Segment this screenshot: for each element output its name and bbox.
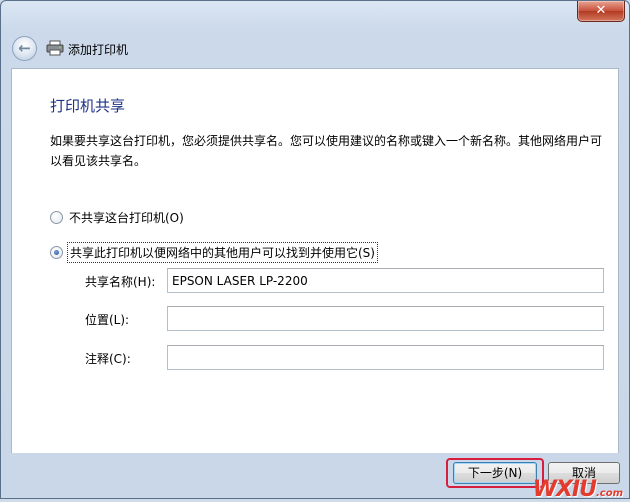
location-input[interactable] [167, 306, 604, 331]
comment-input[interactable] [167, 345, 604, 370]
page-description: 如果要共享这台打印机，您必须提供共享名。您可以使用建议的名称或键入一个新名称。其… [50, 134, 603, 168]
back-button[interactable]: ← [12, 36, 37, 61]
window-title: 添加打印机 [68, 43, 129, 57]
title-bar: ✕ [1, 1, 629, 31]
navigation-bar: ← 添加打印机 [1, 31, 629, 67]
close-button[interactable]: ✕ [577, 1, 625, 22]
location-label: 位置(L): [85, 313, 130, 327]
share-name-label: 共享名称(H): [85, 275, 156, 289]
watermark-suffix: .com [595, 488, 623, 499]
printer-icon [46, 40, 64, 56]
page-heading: 打印机共享 [50, 97, 126, 115]
share-name-input[interactable] [167, 268, 604, 293]
comment-label: 注释(C): [85, 352, 131, 366]
watermark-brand: WXIU [532, 477, 597, 502]
next-button[interactable]: 下一步(N) [453, 462, 537, 484]
share-option[interactable]: 共享此打印机以便网络中的其他用户可以找到并使用它(S) [50, 241, 378, 263]
wizard-content: 打印机共享 如果要共享这台打印机，您必须提供共享名。您可以使用建议的名称或键入一… [11, 68, 619, 453]
share-label[interactable]: 共享此打印机以便网络中的其他用户可以找到并使用它(S) [67, 241, 378, 263]
share-radio[interactable] [50, 245, 63, 259]
no-share-option[interactable]: 不共享这台打印机(O) [50, 208, 186, 226]
button-bar: 下一步(N) 取消 WXIU.com [1, 453, 629, 502]
back-arrow-icon: ← [18, 39, 31, 57]
add-printer-window: ✕ ← 添加打印机 打印机共享 如果要共享这台打印机，您必须提供共享名。您可以使… [0, 0, 630, 502]
no-share-radio[interactable] [50, 210, 63, 224]
no-share-label[interactable]: 不共享这台打印机(O) [67, 208, 186, 227]
watermark-logo: WXIU.com [533, 477, 623, 502]
